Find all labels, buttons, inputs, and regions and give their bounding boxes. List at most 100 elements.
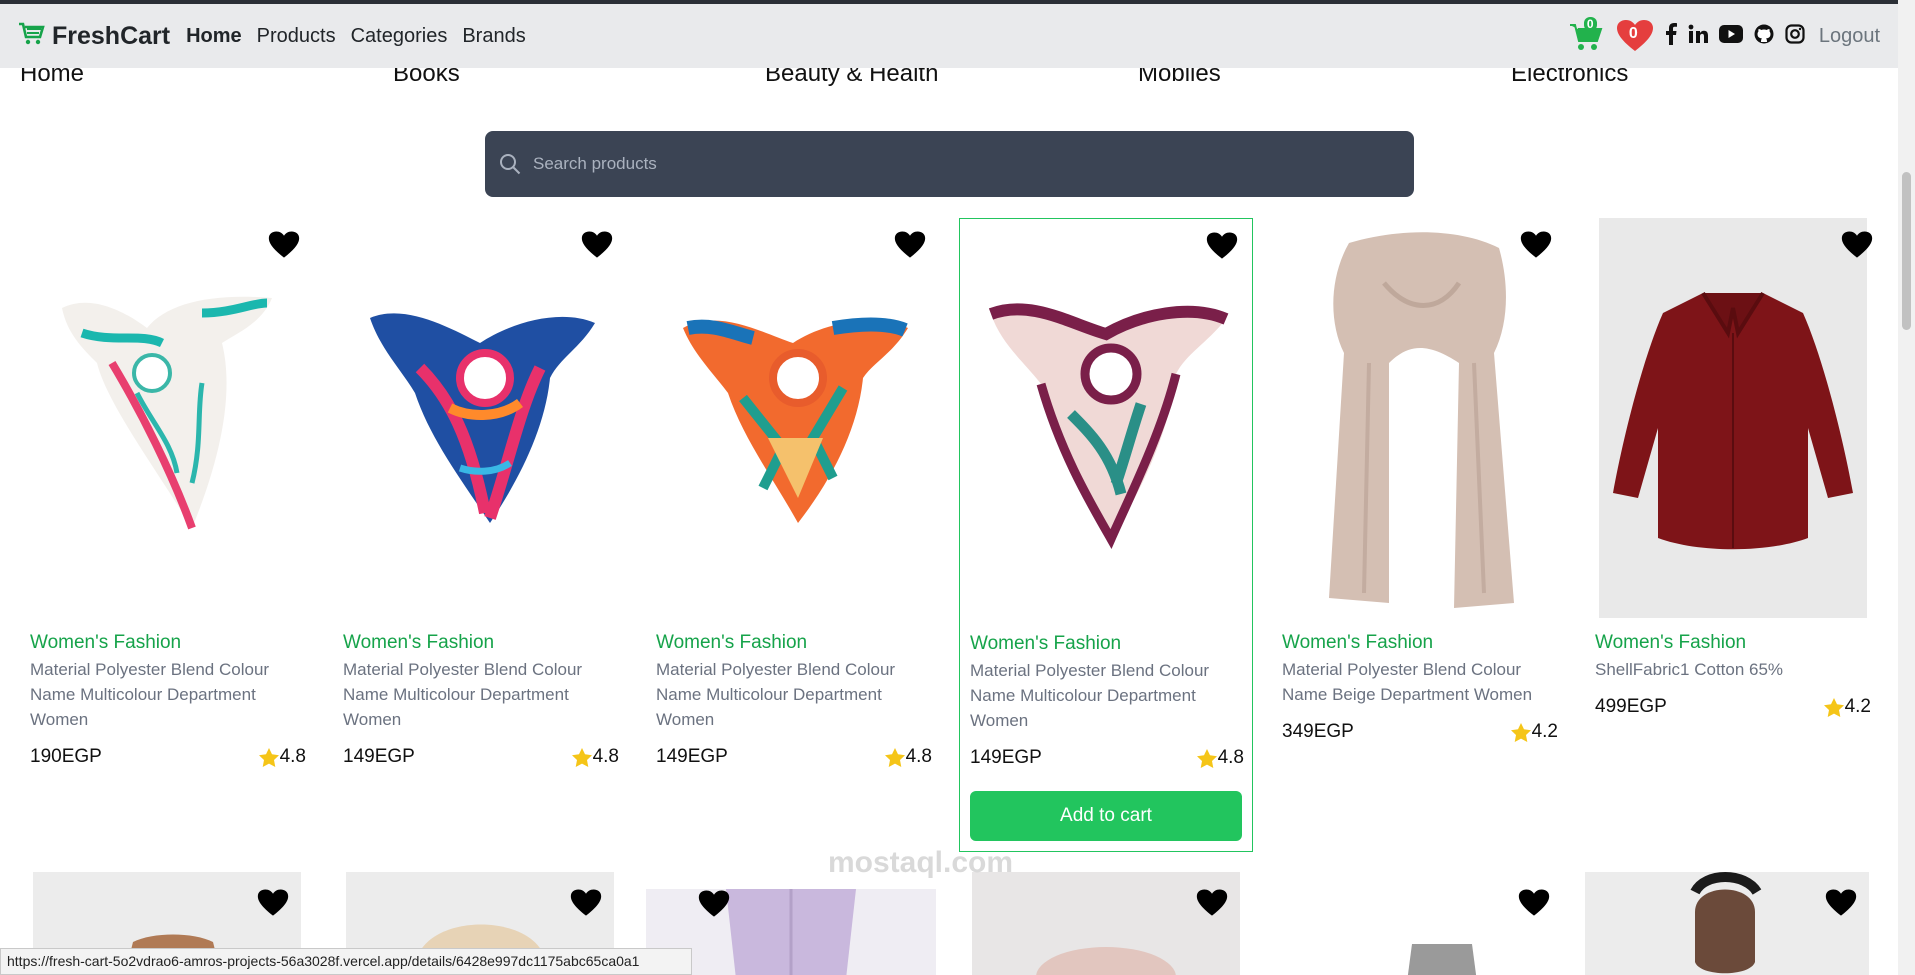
- search-bar: [485, 131, 1414, 197]
- heart-icon[interactable]: [894, 230, 926, 260]
- nav-products[interactable]: Products: [257, 25, 336, 48]
- product-category: Women's Fashion: [30, 632, 182, 653]
- github-icon[interactable]: [1754, 24, 1774, 49]
- product-title: Material Polyester Blend Colour Name Bei…: [1282, 660, 1533, 704]
- add-to-cart-button[interactable]: Add to cart: [970, 791, 1242, 841]
- heart-icon[interactable]: [1206, 231, 1238, 261]
- scarf-image: [1329, 232, 1514, 608]
- product-card[interactable]: Women's Fashion Material Polyester Blend…: [333, 218, 627, 768]
- heart-icon[interactable]: [1196, 888, 1228, 918]
- product-card[interactable]: Women's Fashion Material Polyester Blend…: [1272, 218, 1566, 743]
- wishlist-button[interactable]: 0: [1616, 19, 1654, 53]
- rating-value: 4.8: [592, 746, 619, 767]
- product-card[interactable]: [972, 872, 1240, 975]
- nav-home[interactable]: Home: [186, 25, 242, 48]
- heart-icon[interactable]: [570, 888, 602, 918]
- cart-logo-icon: [18, 21, 46, 52]
- product-meta: 149EGP 4.8: [960, 747, 1252, 769]
- instagram-icon[interactable]: [1785, 23, 1805, 49]
- watermark: mostaql.com: [828, 846, 1014, 879]
- product-image: [1272, 218, 1566, 618]
- rating-value: 4.8: [1217, 747, 1244, 768]
- heart-icon[interactable]: [698, 889, 730, 919]
- star-icon: [1510, 722, 1531, 742]
- nav-categories[interactable]: Categories: [351, 25, 448, 48]
- rating-value: 4.2: [1844, 696, 1871, 717]
- product-image: [646, 218, 940, 618]
- heart-icon[interactable]: [1520, 230, 1552, 260]
- brand[interactable]: FreshCart: [18, 21, 170, 52]
- navbar: FreshCart Home Products Categories Brand…: [0, 4, 1898, 68]
- product-meta: 499EGP 4.2: [1585, 696, 1879, 718]
- search-icon: [500, 154, 521, 175]
- scrollbar-thumb[interactable]: [1902, 172, 1911, 330]
- scarf-image: [370, 313, 595, 523]
- cart-button[interactable]: 0: [1569, 17, 1605, 52]
- heart-icon[interactable]: [1518, 888, 1550, 918]
- product-rating: 4.2: [1510, 721, 1558, 743]
- brand-name: FreshCart: [52, 21, 171, 50]
- product-card[interactable]: Women's Fashion ShellFabric1 Cotton 65% …: [1585, 218, 1879, 718]
- product-rating: 4.8: [571, 746, 619, 768]
- search-input[interactable]: [533, 154, 1383, 174]
- scarf-image: [988, 303, 1229, 549]
- product-card[interactable]: Women's Fashion Material Polyester Blend…: [646, 218, 940, 768]
- product-price: 349EGP: [1282, 721, 1354, 742]
- product-image: [333, 218, 627, 618]
- cart-count-badge: 0: [1583, 17, 1597, 31]
- facebook-icon[interactable]: [1665, 22, 1677, 50]
- rating-value: 4.2: [1531, 721, 1558, 742]
- rating-value: 4.8: [279, 746, 306, 767]
- logout-button[interactable]: Logout: [1819, 25, 1880, 48]
- product-category: Women's Fashion: [1282, 632, 1434, 653]
- product-price: 149EGP: [343, 746, 415, 767]
- star-icon: [258, 747, 279, 767]
- product-meta: 149EGP 4.8: [333, 746, 627, 768]
- heart-icon[interactable]: [257, 888, 289, 918]
- product-category: Women's Fashion: [343, 632, 495, 653]
- star-icon: [1823, 697, 1844, 717]
- product-price: 149EGP: [970, 747, 1042, 768]
- product-price: 499EGP: [1595, 696, 1667, 717]
- product-price: 149EGP: [656, 746, 728, 767]
- shirt-image: [1613, 291, 1853, 550]
- product-card[interactable]: [1272, 872, 1562, 975]
- product-title: Material Polyester Blend Colour Name Mul…: [970, 661, 1210, 730]
- product-image: [1599, 218, 1873, 618]
- page: Home Books Beauty & Health Mobiles Elect…: [0, 0, 1915, 975]
- product-category: Women's Fashion: [1595, 632, 1747, 653]
- star-icon: [571, 747, 592, 767]
- heart-icon[interactable]: [1825, 888, 1857, 918]
- scarf-image: [683, 317, 908, 523]
- product-rating: 4.2: [1823, 696, 1871, 718]
- product-title: Material Polyester Blend Colour Name Mul…: [343, 660, 583, 729]
- product-title: Material Polyester Blend Colour Name Mul…: [30, 660, 270, 729]
- product-price: 190EGP: [30, 746, 102, 767]
- star-icon: [1196, 748, 1217, 768]
- product-title: ShellFabric1 Cotton 65%: [1595, 660, 1784, 679]
- page-scrollbar[interactable]: [1898, 0, 1915, 975]
- product-category: Women's Fashion: [656, 632, 808, 653]
- nav-links: Home Products Categories Brands: [186, 25, 526, 48]
- heart-icon[interactable]: [1841, 230, 1873, 260]
- product-rating: 4.8: [258, 746, 306, 768]
- heart-icon[interactable]: [268, 230, 300, 260]
- star-icon: [884, 747, 905, 767]
- product-image: [20, 218, 314, 618]
- status-bar-url: https://fresh-cart-5o2vdrao6-amros-proje…: [0, 948, 692, 975]
- nav-brands[interactable]: Brands: [462, 25, 525, 48]
- linkedin-icon[interactable]: [1688, 24, 1708, 49]
- rating-value: 4.8: [905, 746, 932, 767]
- product-rating: 4.8: [1196, 747, 1244, 769]
- heart-icon[interactable]: [581, 230, 613, 260]
- wishlist-count-badge: 0: [1628, 25, 1638, 42]
- product-card[interactable]: Women's Fashion Material Polyester Blend…: [20, 218, 314, 768]
- product-card[interactable]: Women's Fashion Material Polyester Blend…: [959, 218, 1253, 852]
- product-card[interactable]: [1585, 872, 1869, 975]
- product-meta: 349EGP 4.2: [1272, 721, 1566, 743]
- product-title: Material Polyester Blend Colour Name Mul…: [656, 660, 896, 729]
- youtube-icon[interactable]: [1718, 24, 1743, 48]
- product-meta: 149EGP 4.8: [646, 746, 940, 768]
- product-image: [960, 219, 1252, 619]
- product-meta: 190EGP 4.8: [20, 746, 314, 768]
